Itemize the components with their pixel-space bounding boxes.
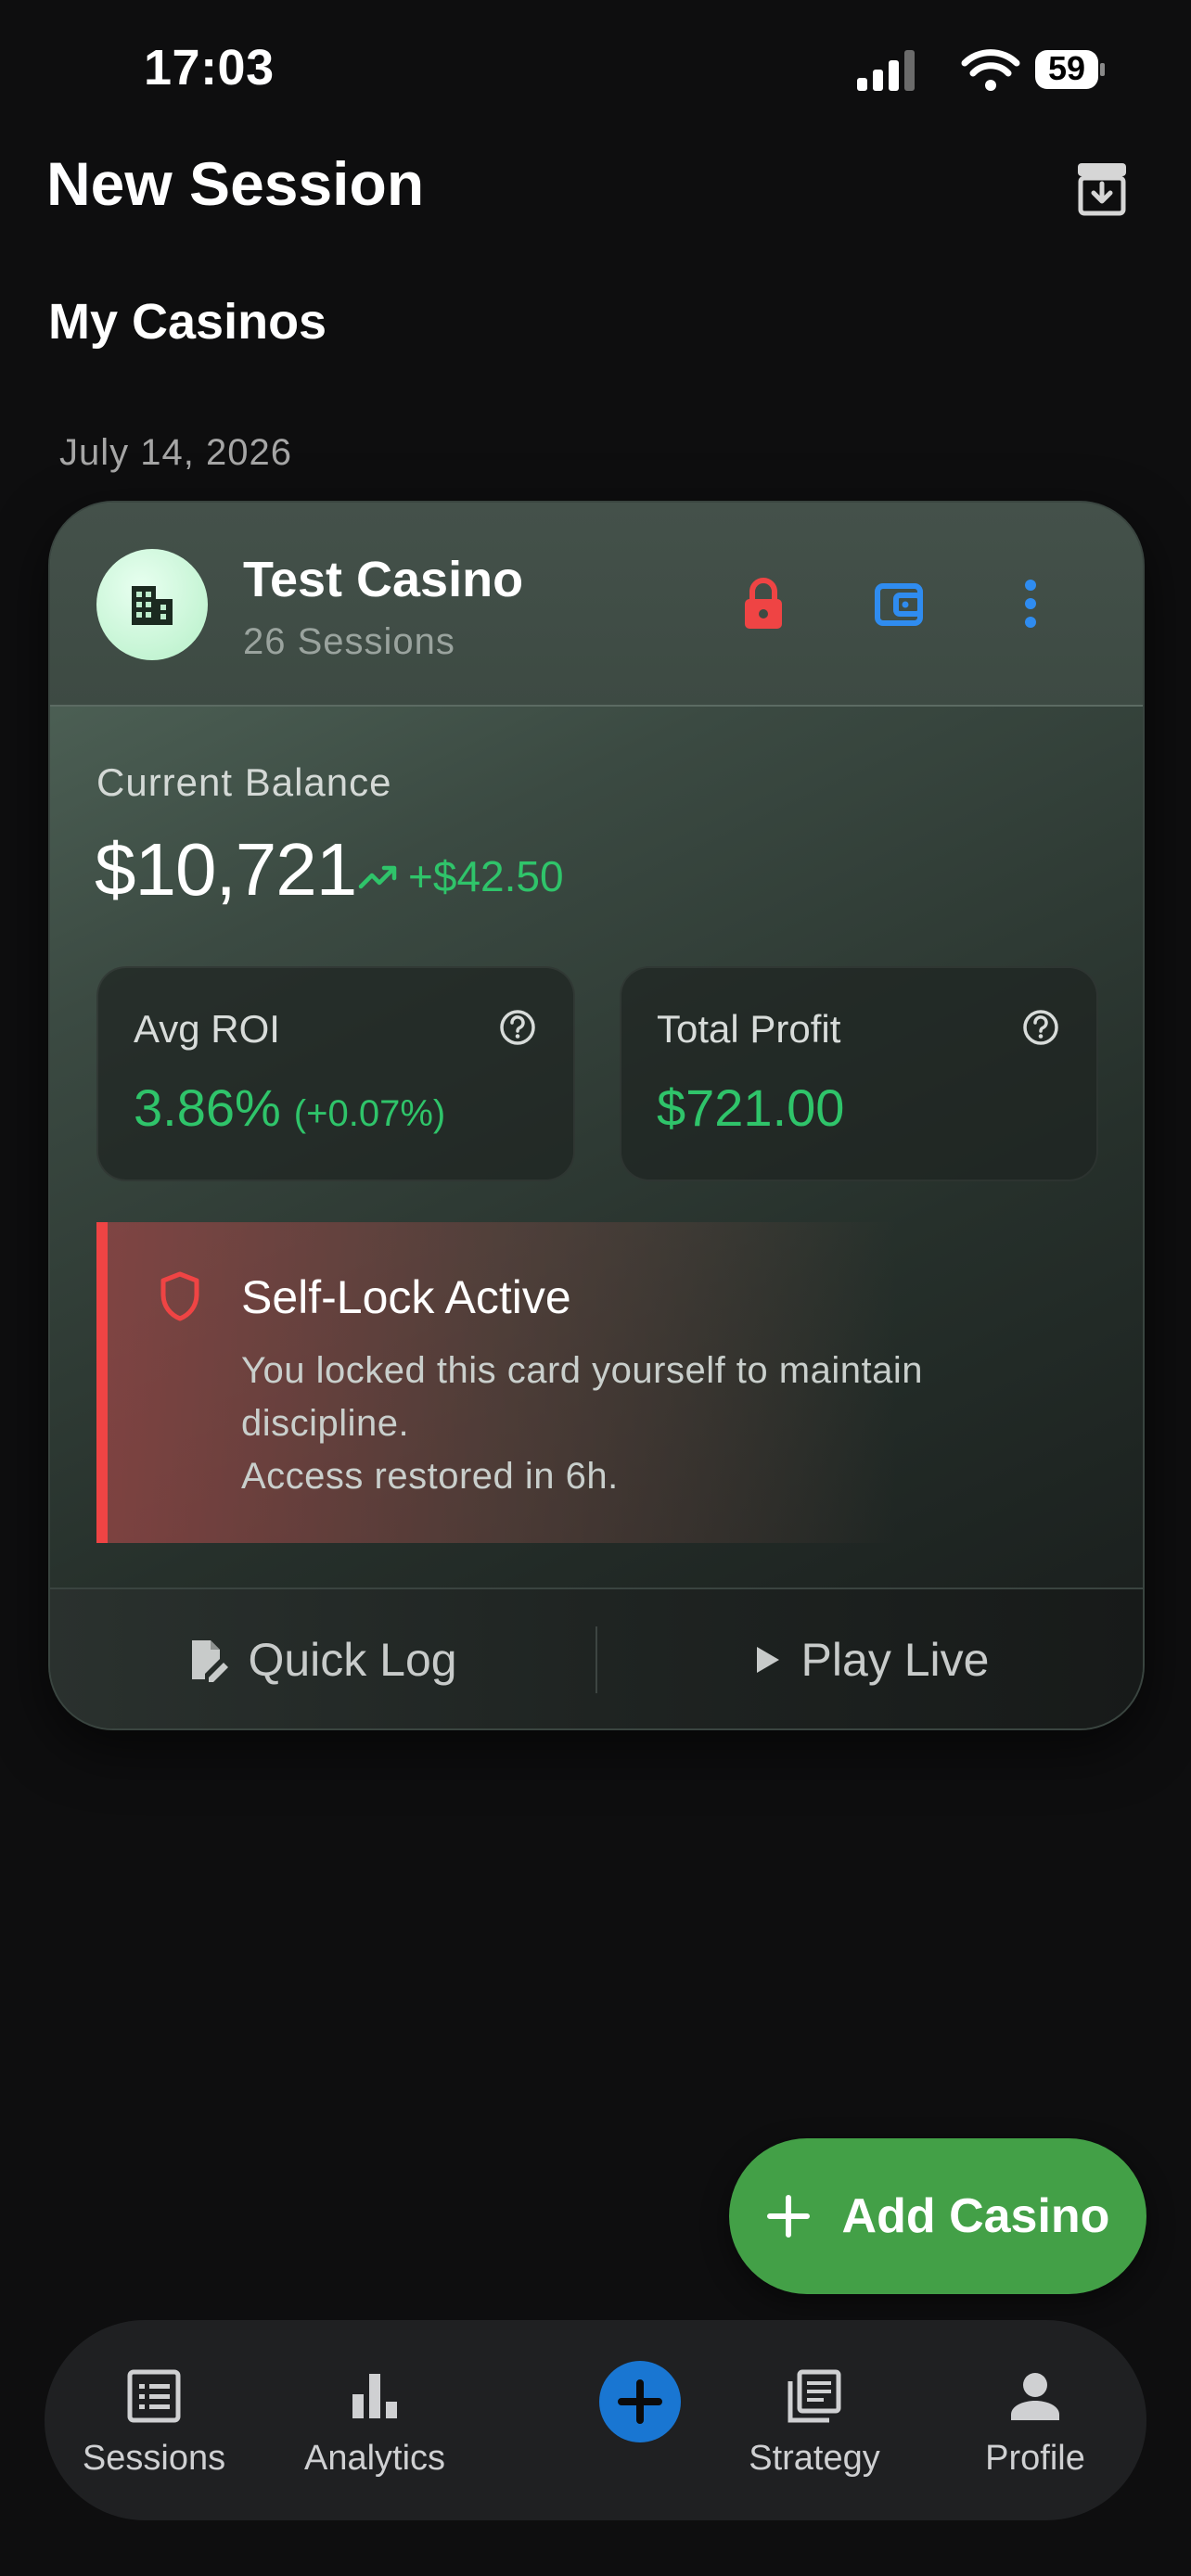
- balance-change-value: +$42.50: [408, 852, 564, 900]
- more-vertical-icon: [1025, 580, 1036, 628]
- list-icon: [127, 2369, 181, 2423]
- casino-card-header: Test Casino 26 Sessions: [50, 503, 1143, 707]
- section-title: My Casinos: [48, 294, 327, 350]
- battery-level: 59: [1047, 49, 1086, 87]
- archive-button[interactable]: [1070, 156, 1133, 219]
- play-icon: [756, 1647, 779, 1673]
- new-session-button[interactable]: [599, 2361, 681, 2442]
- add-casino-label: Add Casino: [841, 2189, 1110, 2243]
- total-profit-label: Total Profit: [657, 1007, 841, 1051]
- avg-roi-value: 3.86% (+0.07%): [134, 1078, 445, 1138]
- quick-log-button[interactable]: Quick Log: [50, 1589, 596, 1728]
- nav-item-profile[interactable]: Profile: [933, 2320, 1137, 2520]
- nav-label-profile: Profile: [985, 2439, 1085, 2478]
- casino-session-count: 26 Sessions: [243, 621, 455, 662]
- self-lock-restore-time: Access restored in 6h.: [241, 1456, 619, 1497]
- self-lock-message: You locked this card yourself to maintai…: [241, 1345, 1057, 1503]
- nav-label-strategy: Strategy: [749, 2439, 880, 2478]
- casino-name: Test Casino: [243, 552, 524, 607]
- status-icons: 59: [855, 45, 1106, 96]
- plus-icon: [618, 2379, 662, 2424]
- avg-roi-label: Avg ROI: [134, 1007, 280, 1051]
- balance-label: Current Balance: [96, 760, 392, 804]
- help-circle-icon: [500, 1010, 535, 1045]
- wallet-icon: [875, 583, 923, 626]
- lock-button[interactable]: [731, 571, 796, 636]
- more-options-button[interactable]: [998, 571, 1063, 636]
- total-profit-card: Total Profit $721.00: [620, 966, 1098, 1181]
- edit-note-icon: [192, 1640, 229, 1682]
- archive-icon: [1078, 163, 1126, 216]
- balance-value: $10,721: [95, 828, 357, 911]
- bottom-nav: Sessions Analytics Strategy Profile: [45, 2320, 1146, 2520]
- self-lock-accent-bar: [96, 1222, 108, 1543]
- lock-icon: [745, 578, 782, 629]
- quick-log-label: Quick Log: [248, 1634, 457, 1686]
- help-icon[interactable]: [1020, 1007, 1061, 1048]
- page-title: New Session: [46, 149, 425, 218]
- building-icon: [132, 586, 173, 625]
- help-circle-icon: [1023, 1010, 1058, 1045]
- add-casino-button[interactable]: Add Casino: [729, 2138, 1146, 2294]
- plus-icon: [766, 2195, 810, 2238]
- nav-item-strategy[interactable]: Strategy: [712, 2320, 916, 2520]
- status-time: 17:03: [144, 40, 275, 96]
- help-icon[interactable]: [497, 1007, 538, 1048]
- date-label: July 14, 2026: [59, 432, 292, 473]
- wallet-button[interactable]: [866, 571, 931, 636]
- balance-change: +$42.50: [358, 851, 564, 901]
- nav-item-analytics[interactable]: Analytics: [273, 2320, 477, 2520]
- avg-roi-card: Avg ROI 3.86% (+0.07%): [96, 966, 575, 1181]
- library-icon: [788, 2369, 841, 2423]
- avg-roi-delta: (+0.07%): [293, 1093, 446, 1134]
- play-live-button[interactable]: Play Live: [597, 1589, 1143, 1728]
- self-lock-banner: Self-Lock Active You locked this card yo…: [96, 1222, 1096, 1543]
- casino-card-actions: Quick Log Play Live: [50, 1588, 1143, 1728]
- self-lock-description: You locked this card yourself to maintai…: [241, 1350, 923, 1444]
- casino-card[interactable]: Test Casino 26 Sessions Current Balance …: [48, 501, 1145, 1730]
- self-lock-title: Self-Lock Active: [241, 1271, 571, 1323]
- trending-up-icon: [358, 865, 397, 889]
- nav-item-sessions[interactable]: Sessions: [52, 2320, 256, 2520]
- nav-label-analytics: Analytics: [303, 2439, 446, 2478]
- avg-roi-percent: 3.86%: [134, 1078, 281, 1137]
- total-profit-value: $721.00: [657, 1078, 845, 1137]
- nav-label-sessions: Sessions: [82, 2439, 226, 2478]
- shield-icon: [158, 1270, 202, 1322]
- person-icon: [1011, 2373, 1059, 2420]
- casino-avatar: [96, 549, 208, 660]
- bar-chart-icon: [352, 2374, 397, 2418]
- play-live-label: Play Live: [800, 1634, 990, 1686]
